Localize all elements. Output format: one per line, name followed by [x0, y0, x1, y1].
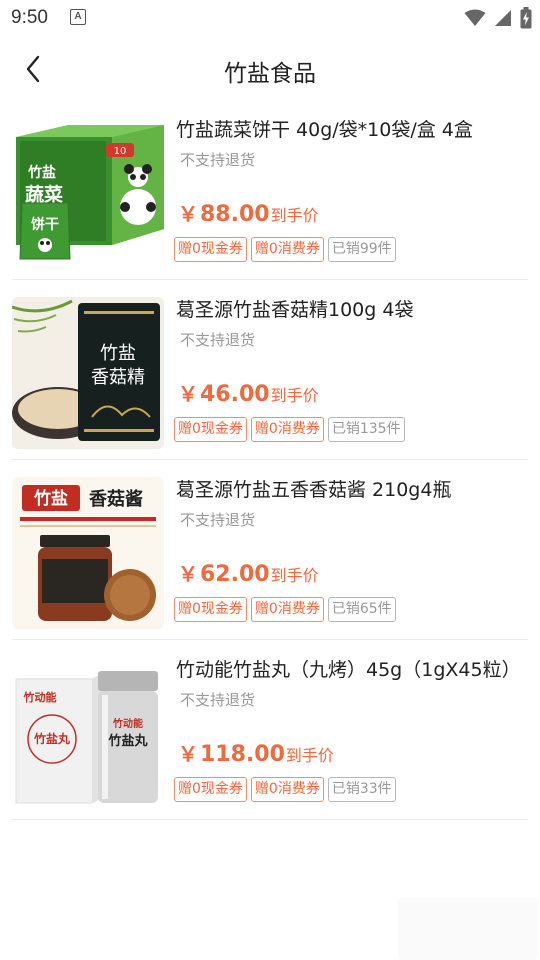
notification-a-icon: A — [70, 9, 86, 25]
jar-brand-text: 竹动能 — [112, 717, 143, 730]
product-price: ￥ 62.00 到手价 — [178, 558, 319, 587]
product-price: ￥ 88.00 到手价 — [178, 198, 319, 227]
status-bar: 9:50 A — [0, 0, 540, 38]
currency-symbol: ￥ — [178, 742, 198, 766]
return-policy-note: 不支持退货 — [180, 331, 256, 349]
product-tags: 赠0现金券 赠0消费券 已销135件 — [174, 417, 405, 442]
return-policy-note: 不支持退货 — [180, 511, 256, 529]
box-top-text: 竹盐 — [27, 164, 56, 181]
label-highlight-text: 竹盐 — [33, 488, 68, 509]
nav-bar: 竹盐食品 — [0, 38, 540, 100]
product-item[interactable]: 10 竹盐 蔬菜 饼干 竹盐蔬菜饼干 40g/袋*10袋/盒 4盒 不支持退货 … — [0, 100, 540, 280]
consumption-coupon-tag[interactable]: 赠0消费券 — [250, 237, 324, 262]
product-title[interactable]: 葛圣源竹盐香菇精100g 4袋 — [176, 297, 528, 323]
label-rest-text: 香菇酱 — [88, 488, 143, 510]
status-time: 9:50 — [11, 7, 48, 28]
product-tags: 赠0现金券 赠0消费券 已销99件 — [174, 237, 396, 262]
price-amount: 62.00 — [200, 562, 270, 587]
price-amount: 46.00 — [200, 382, 270, 407]
wifi-icon — [464, 9, 486, 26]
status-indicators — [464, 6, 532, 30]
cash-coupon-tag[interactable]: 赠0现金券 — [174, 237, 247, 262]
price-amount: 88.00 — [200, 202, 270, 227]
consumption-coupon-tag[interactable]: 赠0消费券 — [250, 417, 324, 442]
bag-line1-text: 竹盐 — [100, 343, 136, 364]
bag-line2-text: 香菇精 — [91, 367, 145, 388]
product-item[interactable]: 竹盐 香菇精 葛圣源竹盐香菇精100g 4袋 不支持退货 ￥ 46.00 到手价… — [0, 280, 540, 460]
box-brand-text: 竹动能 — [23, 690, 57, 704]
page-title: 竹盐食品 — [224, 61, 316, 87]
price-amount: 118.00 — [200, 742, 285, 767]
price-label: 到手价 — [270, 206, 319, 225]
product-list: 10 竹盐 蔬菜 饼干 竹盐蔬菜饼干 40g/袋*10袋/盒 4盒 不支持退货 … — [0, 100, 540, 820]
sold-count-tag: 已销33件 — [327, 777, 396, 802]
cash-coupon-tag[interactable]: 赠0现金券 — [174, 417, 247, 442]
product-item[interactable]: 竹动能 竹盐丸 竹动能 竹盐丸 竹动能竹盐丸（九烤）45g（1gX45粒） 不支… — [0, 640, 540, 820]
bag-main-text: 饼干 — [31, 216, 59, 233]
product-image[interactable]: 竹动能 竹盐丸 竹动能 竹盐丸 — [12, 657, 164, 809]
box-main-text: 竹盐丸 — [33, 731, 71, 746]
product-price: ￥ 118.00 到手价 — [178, 738, 334, 767]
currency-symbol: ￥ — [178, 382, 198, 406]
sold-count-tag: 已销135件 — [327, 417, 405, 442]
price-label: 到手价 — [270, 386, 319, 405]
signal-icon — [495, 10, 511, 26]
price-label: 到手价 — [285, 746, 334, 765]
consumption-coupon-tag[interactable]: 赠0消费券 — [250, 597, 324, 622]
product-image[interactable]: 竹盐 香菇精 — [12, 297, 164, 449]
product-title[interactable]: 葛圣源竹盐五香香菇酱 210g4瓶 — [176, 477, 528, 503]
consumption-coupon-tag[interactable]: 赠0消费券 — [250, 777, 324, 802]
bottom-overlay — [398, 898, 538, 960]
product-title[interactable]: 竹动能竹盐丸（九烤）45g（1gX45粒） — [176, 657, 528, 683]
product-image[interactable]: 10 竹盐 蔬菜 饼干 — [12, 117, 164, 269]
sold-count-tag: 已销99件 — [327, 237, 396, 262]
battery-charging-icon — [520, 7, 532, 29]
return-policy-note: 不支持退货 — [180, 691, 256, 709]
product-tags: 赠0现金券 赠0消费券 已销33件 — [174, 777, 396, 802]
product-tags: 赠0现金券 赠0消费券 已销65件 — [174, 597, 396, 622]
product-title[interactable]: 竹盐蔬菜饼干 40g/袋*10袋/盒 4盒 — [176, 117, 528, 143]
cash-coupon-tag[interactable]: 赠0现金券 — [174, 777, 247, 802]
product-price: ￥ 46.00 到手价 — [178, 378, 319, 407]
product-item[interactable]: 竹盐 香菇酱 葛圣源竹盐五香香菇酱 210g4瓶 不支持退货 ￥ 62.00 到… — [0, 460, 540, 640]
jar-main-text: 竹盐丸 — [107, 733, 148, 749]
price-label: 到手价 — [270, 566, 319, 585]
product-image[interactable]: 竹盐 香菇酱 — [12, 477, 164, 629]
currency-symbol: ￥ — [178, 202, 198, 226]
return-policy-note: 不支持退货 — [180, 151, 256, 169]
box-badge: 10 — [114, 146, 127, 157]
sold-count-tag: 已销65件 — [327, 597, 396, 622]
currency-symbol: ￥ — [178, 562, 198, 586]
cash-coupon-tag[interactable]: 赠0现金券 — [174, 597, 247, 622]
